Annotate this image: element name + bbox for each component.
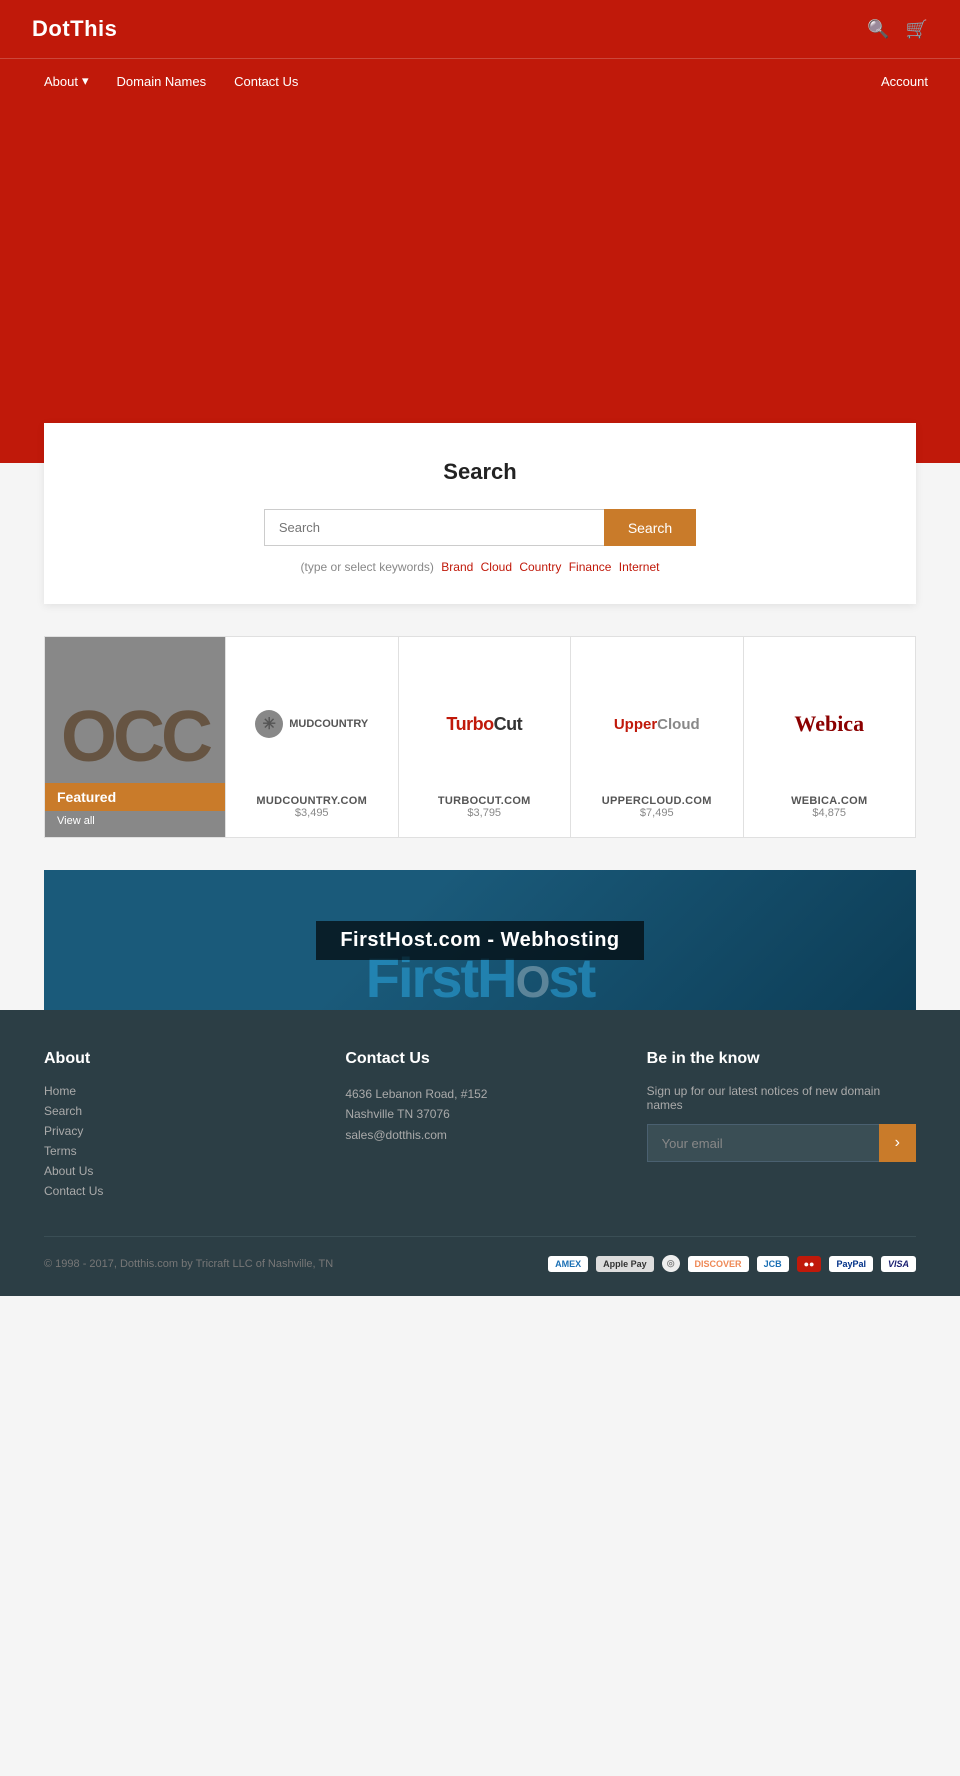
footer: About Home Search Privacy Terms About Us… [0, 1010, 960, 1296]
footer-link-home[interactable]: Home [44, 1084, 313, 1098]
footer-email[interactable]: sales@dotthis.com [345, 1128, 447, 1142]
footer-newsletter-sub: Sign up for our latest notices of new do… [647, 1084, 916, 1112]
search-section: Search Search (type or select keywords) … [44, 423, 916, 604]
nav-account[interactable]: Account [881, 60, 928, 103]
featured-main-card[interactable]: OCC Featured View all [45, 637, 225, 837]
header-top: DotThis 🔍 🛒 [0, 0, 960, 58]
featured-view-all[interactable]: View all [45, 813, 225, 837]
payment-icons: AMEX Apple Pay ◎ DISCOVER JCB ●● PayPal … [548, 1255, 916, 1272]
footer-about-heading: About [44, 1050, 313, 1068]
discover-icon: DISCOVER [688, 1256, 749, 1272]
banner-section[interactable]: FirstHOst FirstHost.com - Webhosting [44, 870, 916, 1010]
featured-grid: OCC Featured View all ✳ MUDCOUNTRY MUDCO… [44, 636, 916, 838]
featured-section: OCC Featured View all ✳ MUDCOUNTRY MUDCO… [44, 636, 916, 838]
domain-name-webica: WEBICA.COM $4,875 [791, 787, 867, 819]
domain-card-mudcountry[interactable]: ✳ MUDCOUNTRY MUDCOUNTRY.COM $3,495 [225, 637, 398, 837]
main-nav: About ▾ Domain Names Contact Us Account [0, 58, 960, 103]
nav-left: About ▾ Domain Names Contact Us [32, 59, 310, 103]
footer-columns: About Home Search Privacy Terms About Us… [44, 1050, 916, 1204]
footer-link-terms[interactable]: Terms [44, 1144, 313, 1158]
search-input[interactable] [264, 509, 604, 546]
domain-card-webica[interactable]: Webica WEBICA.COM $4,875 [743, 637, 916, 837]
footer-link-search[interactable]: Search [44, 1104, 313, 1118]
mastercard-icon: ●● [797, 1256, 822, 1272]
footer-newsletter-heading: Be in the know [647, 1050, 916, 1068]
tag-brand[interactable]: Brand [441, 560, 473, 574]
newsletter-email-input[interactable] [647, 1124, 879, 1162]
banner-bg: FirstHOst FirstHost.com - Webhosting [44, 870, 916, 1010]
footer-link-contact-us[interactable]: Contact Us [44, 1184, 313, 1198]
site-logo[interactable]: DotThis [32, 16, 117, 42]
domain-card-uppercloud[interactable]: UpperCloud UPPERCLOUD.COM $7,495 [570, 637, 743, 837]
footer-address: 4636 Lebanon Road, #152 Nashville TN 370… [345, 1084, 614, 1145]
search-tags-prefix: (type or select keywords) [301, 560, 434, 574]
newsletter-submit-button[interactable]: › [879, 1124, 916, 1162]
footer-contact-heading: Contact Us [345, 1050, 614, 1068]
jcb-icon: JCB [757, 1256, 789, 1272]
domain-name-turbocut: TURBOCUT.COM $3,795 [438, 787, 531, 819]
amex-icon: AMEX [548, 1256, 588, 1272]
newsletter-form: › [647, 1124, 916, 1162]
footer-link-privacy[interactable]: Privacy [44, 1124, 313, 1138]
tag-cloud[interactable]: Cloud [481, 560, 512, 574]
featured-label: Featured [45, 783, 225, 811]
apple-pay-icon: Apple Pay [596, 1256, 654, 1272]
footer-contact-col: Contact Us 4636 Lebanon Road, #152 Nashv… [345, 1050, 614, 1204]
domain-card-turbocut[interactable]: TurboCut TURBOCUT.COM $3,795 [398, 637, 571, 837]
header-icon-group: 🔍 🛒 [867, 19, 928, 40]
nav-contact-us[interactable]: Contact Us [222, 59, 310, 103]
visa-icon: VISA [881, 1256, 916, 1272]
search-button[interactable]: Search [604, 509, 696, 546]
footer-newsletter-col: Be in the know Sign up for our latest no… [647, 1050, 916, 1204]
footer-link-about-us[interactable]: About Us [44, 1164, 313, 1178]
domain-logo-webica: Webica [756, 661, 904, 787]
footer-about-col: About Home Search Privacy Terms About Us… [44, 1050, 313, 1204]
diners-icon: ◎ [662, 1255, 680, 1272]
domain-name-uppercloud: UPPERCLOUD.COM $7,495 [602, 787, 712, 819]
tag-internet[interactable]: Internet [619, 560, 660, 574]
footer-address-line2: Nashville TN 37076 [345, 1107, 450, 1121]
sun-icon: ✳ [255, 710, 283, 738]
nav-domain-names[interactable]: Domain Names [105, 59, 219, 103]
search-title: Search [84, 459, 876, 485]
hero-banner [0, 103, 960, 463]
search-icon[interactable]: 🔍 [867, 19, 889, 40]
nav-about[interactable]: About ▾ [32, 59, 101, 103]
search-tags: (type or select keywords) Brand Cloud Co… [84, 560, 876, 574]
cart-icon[interactable]: 🛒 [906, 19, 928, 40]
domain-logo-turbocut: TurboCut [411, 661, 559, 787]
tag-country[interactable]: Country [519, 560, 561, 574]
search-bar: Search [84, 509, 876, 546]
domain-logo-uppercloud: UpperCloud [583, 661, 731, 787]
chevron-down-icon: ▾ [82, 73, 89, 89]
footer-address-line1: 4636 Lebanon Road, #152 [345, 1087, 487, 1101]
domain-logo-mudcountry: ✳ MUDCOUNTRY [238, 661, 386, 787]
footer-bottom: © 1998 - 2017, Dotthis.com by Tricraft L… [44, 1236, 916, 1272]
footer-copyright: © 1998 - 2017, Dotthis.com by Tricraft L… [44, 1258, 333, 1270]
paypal-icon: PayPal [829, 1256, 873, 1272]
tag-finance[interactable]: Finance [569, 560, 612, 574]
banner-title: FirstHost.com - Webhosting [316, 921, 643, 960]
nav-right: Account [881, 60, 928, 103]
domain-name-mudcountry: MUDCOUNTRY.COM $3,495 [256, 787, 367, 819]
